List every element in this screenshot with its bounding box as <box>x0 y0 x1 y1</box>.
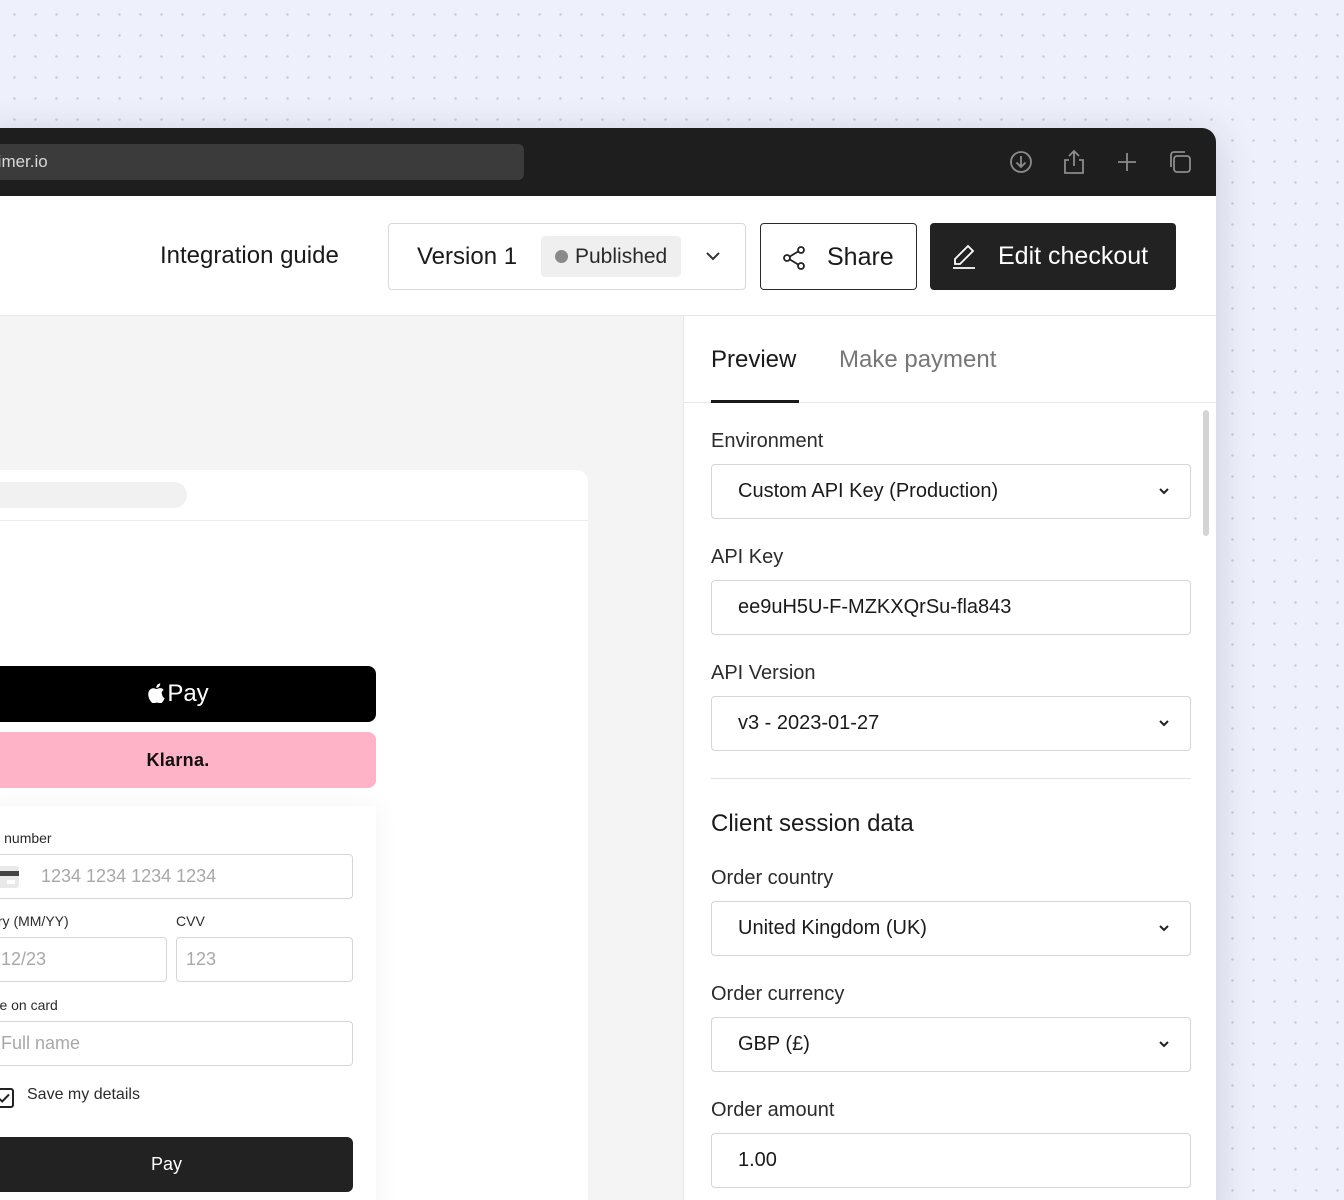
edit-checkout-label: Edit checkout <box>998 242 1149 270</box>
share-button[interactable]: Share <box>760 223 917 290</box>
integration-guide-link[interactable]: Integration guide <box>160 242 339 270</box>
edit-checkout-button[interactable]: Edit checkout <box>930 223 1176 290</box>
active-tab-indicator <box>711 400 799 403</box>
environment-label: Environment <box>711 430 824 452</box>
new-tab-plus-icon[interactable] <box>1113 148 1141 176</box>
apple-logo-icon <box>148 683 165 703</box>
environment-value: Custom API Key (Production) <box>738 480 999 502</box>
pencil-icon <box>953 244 975 269</box>
order-currency-select[interactable]: GBP (£) <box>711 1017 1191 1072</box>
card-number-placeholder: 1234 1234 1234 1234 <box>41 866 217 886</box>
apple-pay-button[interactable]: Pay <box>0 666 376 722</box>
api-version-value: v3 - 2023-01-27 <box>738 712 880 734</box>
panel-tabs: Preview Make payment <box>684 316 1216 403</box>
api-version-select[interactable]: v3 - 2023-01-27 <box>711 696 1191 751</box>
status-dot <box>555 250 568 263</box>
api-key-input[interactable]: ee9uH5U-F-MZKXQrSu-fla843 <box>711 580 1191 635</box>
app-toolbar: Integration guide Version 1 Published Sh… <box>0 196 1216 316</box>
download-icon[interactable] <box>1007 148 1035 176</box>
chevron-down-icon <box>1159 488 1169 495</box>
name-on-card-input[interactable]: Full name <box>0 1021 353 1066</box>
environment-select[interactable]: Custom API Key (Production) <box>711 464 1191 519</box>
card-number-input[interactable]: 1234 1234 1234 1234 <box>0 854 353 899</box>
version-select[interactable]: Version 1 Published <box>388 223 746 290</box>
order-currency-value: GBP (£) <box>738 1033 810 1055</box>
expiry-label: xpiry (MM/YY) <box>0 913 69 929</box>
tab-preview[interactable]: Preview <box>711 346 796 374</box>
order-country-select[interactable]: United Kingdom (UK) <box>711 901 1191 956</box>
panel-scrollbar[interactable] <box>1203 410 1209 536</box>
section-divider <box>711 778 1191 779</box>
order-amount-input[interactable]: 1.00 <box>711 1133 1191 1188</box>
save-details-label: Save my details <box>27 1086 140 1103</box>
order-amount-label: Order amount <box>711 1099 835 1121</box>
skeleton-placeholder <box>0 482 187 508</box>
cvv-input[interactable]: 123 <box>176 937 353 982</box>
checkout-card: Pay Klarna. ard number 1234 1234 1234 12… <box>0 470 588 1200</box>
save-details-checkbox[interactable] <box>0 1088 14 1108</box>
address-bar[interactable]: rimer.io <box>0 144 524 180</box>
version-label: Version 1 <box>417 243 518 270</box>
cvv-label: CVV <box>176 913 205 929</box>
order-country-label: Order country <box>711 867 834 889</box>
status-badge: Published <box>541 236 682 277</box>
chevron-down-icon <box>706 252 720 261</box>
api-version-label: API Version <box>711 662 816 684</box>
checkout-preview-canvas: Pay Klarna. ard number 1234 1234 1234 12… <box>0 316 683 1200</box>
name-on-card-label: ame on card <box>0 997 58 1013</box>
settings-panel: Preview Make payment Environment Custom … <box>683 316 1216 1200</box>
chevron-down-icon <box>1159 925 1169 932</box>
status-text: Published <box>575 245 668 268</box>
checkmark-icon <box>0 1093 10 1103</box>
expiry-input[interactable]: 12/23 <box>0 937 167 982</box>
tab-make-payment[interactable]: Make payment <box>839 346 996 374</box>
pay-button[interactable]: Pay <box>0 1137 353 1192</box>
chevron-down-icon <box>1159 1041 1169 1048</box>
share-icon[interactable] <box>1060 148 1088 176</box>
order-currency-label: Order currency <box>711 983 845 1005</box>
browser-window: rimer.io Integration guide Version 1 Pub… <box>0 128 1216 1200</box>
klarna-button[interactable]: Klarna. <box>0 732 376 788</box>
card-header <box>0 470 588 521</box>
browser-titlebar: rimer.io <box>0 128 1216 196</box>
order-country-value: United Kingdom (UK) <box>738 917 927 939</box>
card-form: ard number 1234 1234 1234 1234 xpiry (MM… <box>0 806 376 1200</box>
share-label: Share <box>827 243 894 271</box>
apple-pay-label: Pay <box>167 680 209 707</box>
tabs-overview-icon[interactable] <box>1166 148 1194 176</box>
client-session-heading: Client session data <box>711 810 914 837</box>
credit-card-icon <box>0 866 19 888</box>
chevron-down-icon <box>1159 720 1169 727</box>
card-number-label: ard number <box>0 830 52 846</box>
share-nodes-icon <box>783 246 805 270</box>
api-key-label: API Key <box>711 546 784 568</box>
